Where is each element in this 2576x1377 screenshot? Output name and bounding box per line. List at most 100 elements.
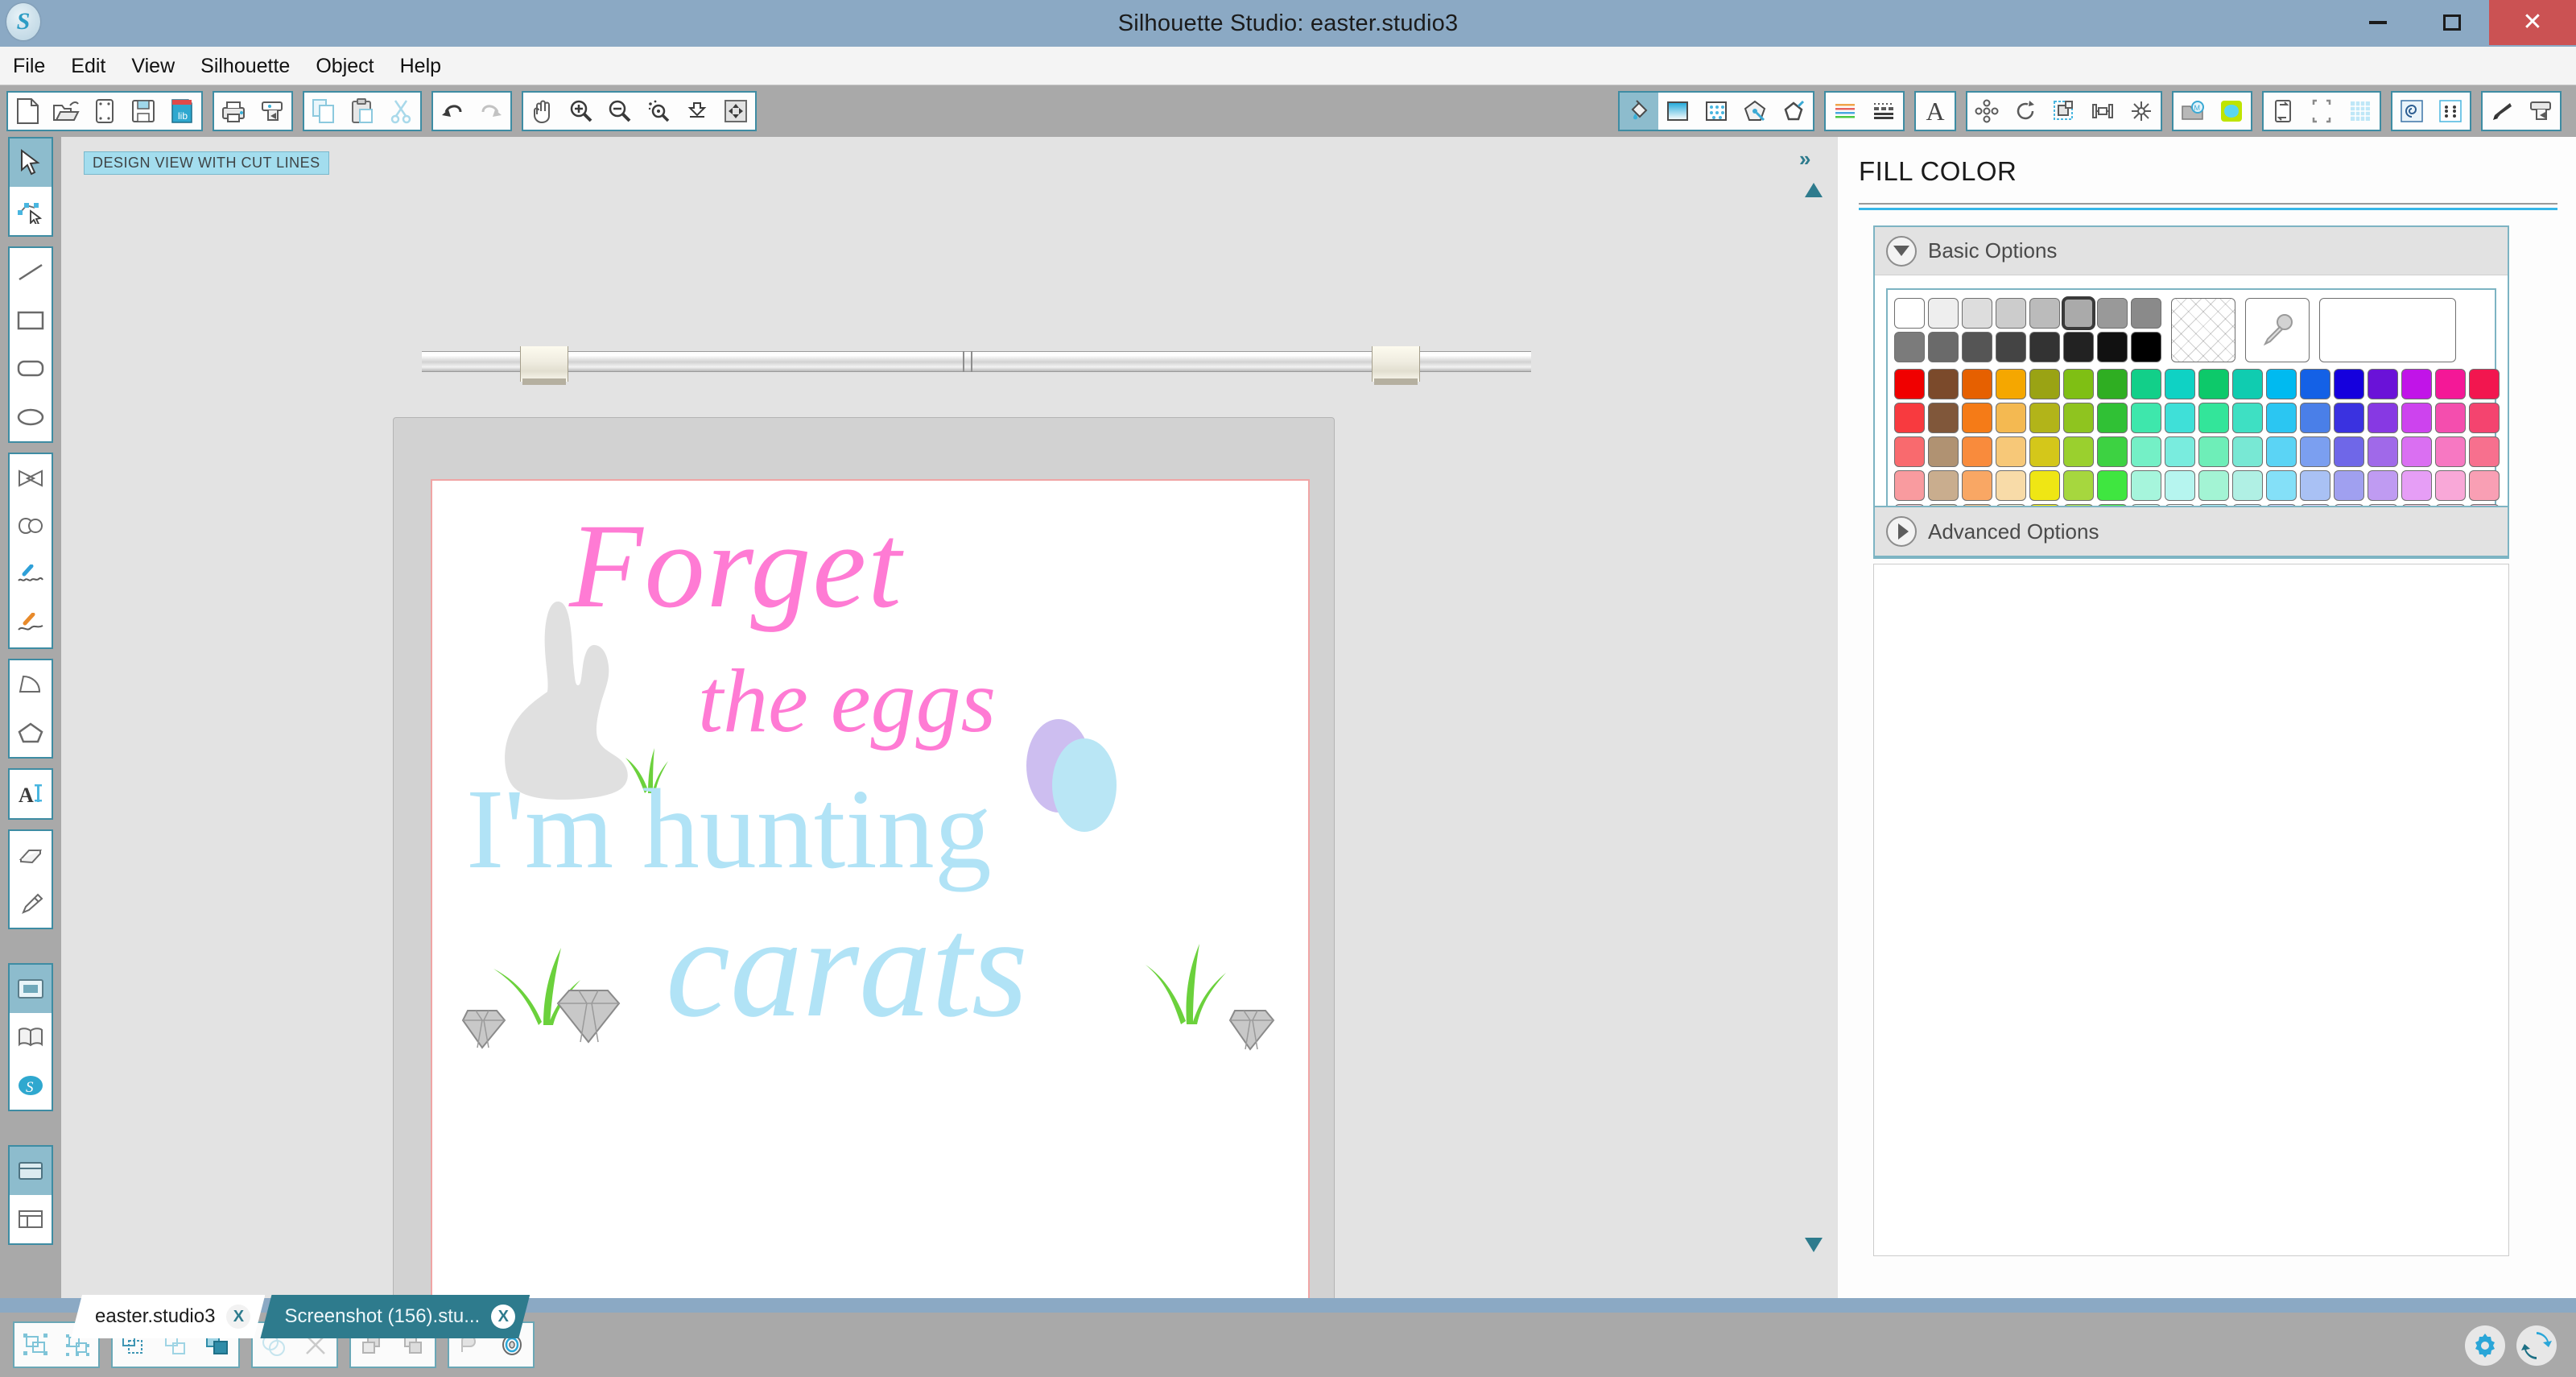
swatch-c2-11[interactable] bbox=[2266, 403, 2297, 433]
swatch-c1-8[interactable] bbox=[2165, 369, 2195, 399]
line-color-icon[interactable] bbox=[1736, 93, 1774, 130]
swatch-gray-7[interactable] bbox=[2131, 298, 2161, 329]
menu-view[interactable]: View bbox=[118, 47, 188, 85]
swatch-c4-8[interactable] bbox=[2165, 470, 2195, 501]
ellipse-tool-icon[interactable] bbox=[10, 393, 52, 441]
swatch-no-fill[interactable] bbox=[2171, 298, 2235, 362]
library-book-icon[interactable] bbox=[10, 1013, 52, 1061]
menu-edit[interactable]: Edit bbox=[58, 47, 118, 85]
fit-to-page-icon[interactable] bbox=[678, 93, 716, 130]
swatch-c1-4[interactable] bbox=[2029, 369, 2060, 399]
swatch-gray-9[interactable] bbox=[1928, 332, 1959, 362]
sketch-pens-icon[interactable] bbox=[1826, 93, 1864, 130]
swatch-c3-17[interactable] bbox=[2469, 436, 2500, 467]
rotate-icon[interactable] bbox=[2006, 93, 2045, 130]
menu-file[interactable]: File bbox=[0, 47, 58, 85]
cutting-mat[interactable]: Forget the eggs I'm hunting carats bbox=[393, 417, 1335, 1298]
document-tab-close-icon[interactable]: X bbox=[491, 1305, 515, 1329]
swatch-gray-3[interactable] bbox=[1996, 298, 2026, 329]
swatch-c4-15[interactable] bbox=[2401, 470, 2432, 501]
document-tab-screenshot[interactable]: Screenshot (156).stu... X bbox=[260, 1295, 530, 1338]
swatch-c3-4[interactable] bbox=[2029, 436, 2060, 467]
page-setup-icon[interactable] bbox=[2264, 93, 2302, 130]
document-tab-close-icon[interactable]: X bbox=[226, 1305, 250, 1329]
freehand-tool-icon[interactable] bbox=[10, 551, 52, 599]
swatch-c2-8[interactable] bbox=[2165, 403, 2195, 433]
diamond-shape-1[interactable] bbox=[458, 996, 530, 1052]
swatch-gray-10[interactable] bbox=[1962, 332, 1992, 362]
swatch-gray-5-selected[interactable] bbox=[2062, 296, 2095, 330]
panel-collapse-strip[interactable]: » bbox=[1793, 137, 1838, 1298]
line-tool-icon[interactable] bbox=[10, 248, 52, 296]
save-icon[interactable] bbox=[124, 93, 163, 130]
design-canvas[interactable]: DESIGN VIEW WITH CUT LINES Forget the eg… bbox=[61, 137, 1816, 1298]
swatch-gray-13[interactable] bbox=[2063, 332, 2094, 362]
swatch-c3-15[interactable] bbox=[2401, 436, 2432, 467]
swatch-gray-0[interactable] bbox=[1894, 298, 1925, 329]
swatch-c2-3[interactable] bbox=[1996, 403, 2026, 433]
swatch-c3-10[interactable] bbox=[2232, 436, 2263, 467]
swatch-c4-10[interactable] bbox=[2232, 470, 2263, 501]
swatch-c2-9[interactable] bbox=[2198, 403, 2229, 433]
swatch-gray-14[interactable] bbox=[2097, 332, 2128, 362]
swatch-c4-5[interactable] bbox=[2063, 470, 2094, 501]
menu-help[interactable]: Help bbox=[387, 47, 454, 85]
registration-marks-icon[interactable] bbox=[2302, 93, 2341, 130]
swatch-c2-12[interactable] bbox=[2300, 403, 2330, 433]
swatch-c3-1[interactable] bbox=[1928, 436, 1959, 467]
eyedropper-icon[interactable] bbox=[2245, 298, 2310, 362]
send-tab-icon[interactable] bbox=[10, 1195, 52, 1243]
select-arrow-icon[interactable] bbox=[10, 139, 52, 187]
swatch-c4-4[interactable] bbox=[2029, 470, 2060, 501]
cut-settings-icon[interactable] bbox=[2483, 93, 2521, 130]
swatch-c2-14[interactable] bbox=[2368, 403, 2398, 433]
swatch-c3-0[interactable] bbox=[1894, 436, 1925, 467]
scale-icon[interactable] bbox=[2045, 93, 2083, 130]
swatch-c3-6[interactable] bbox=[2097, 436, 2128, 467]
swatch-c4-1[interactable] bbox=[1928, 470, 1959, 501]
sync-icon[interactable] bbox=[2516, 1325, 2557, 1366]
send-icon[interactable] bbox=[2521, 93, 2560, 130]
swatch-c1-9[interactable] bbox=[2198, 369, 2229, 399]
swatch-c3-2[interactable] bbox=[1962, 436, 1992, 467]
rounded-rectangle-tool-icon[interactable] bbox=[10, 345, 52, 393]
new-document-icon[interactable] bbox=[8, 93, 47, 130]
panel-scroll-down-icon[interactable] bbox=[1804, 1237, 1823, 1253]
swatch-c1-7[interactable] bbox=[2131, 369, 2161, 399]
pattern-fill-icon[interactable] bbox=[1697, 93, 1736, 130]
document-tab-easter[interactable]: easter.studio3 X bbox=[71, 1295, 265, 1338]
artwork-text-im-hunting[interactable]: I'm hunting bbox=[466, 763, 992, 895]
zoom-out-icon[interactable] bbox=[601, 93, 639, 130]
text-style-icon[interactable]: A bbox=[1916, 93, 1955, 130]
swatch-c1-0[interactable] bbox=[1894, 369, 1925, 399]
replicate-icon[interactable] bbox=[2122, 93, 2161, 130]
swatch-gray-8[interactable] bbox=[1894, 332, 1925, 362]
fit-to-window-icon[interactable] bbox=[716, 93, 755, 130]
knife-tool-icon[interactable] bbox=[10, 879, 52, 928]
move-icon[interactable] bbox=[1967, 93, 2006, 130]
swatch-c2-0[interactable] bbox=[1894, 403, 1925, 433]
swatch-c4-2[interactable] bbox=[1962, 470, 1992, 501]
swatch-c1-5[interactable] bbox=[2063, 369, 2094, 399]
fill-color-icon[interactable] bbox=[1620, 93, 1658, 130]
swatch-c4-11[interactable] bbox=[2266, 470, 2297, 501]
swatch-gray-1[interactable] bbox=[1928, 298, 1959, 329]
pan-hand-icon[interactable] bbox=[523, 93, 562, 130]
grass-tuft-shape-3[interactable] bbox=[1141, 936, 1237, 1028]
print-bleed-icon[interactable] bbox=[1864, 93, 1903, 130]
open-recent-icon[interactable] bbox=[85, 93, 124, 130]
swatch-c4-12[interactable] bbox=[2300, 470, 2330, 501]
diamond-shape-2[interactable] bbox=[553, 976, 642, 1057]
swatch-c4-16[interactable] bbox=[2435, 470, 2466, 501]
swatch-c1-10[interactable] bbox=[2232, 369, 2263, 399]
smooth-freehand-tool-icon[interactable] bbox=[10, 599, 52, 647]
artwork-text-forget[interactable]: Forget bbox=[569, 497, 903, 635]
swatch-c1-17[interactable] bbox=[2469, 369, 2500, 399]
swatch-gray-6[interactable] bbox=[2097, 298, 2128, 329]
swatch-c4-9[interactable] bbox=[2198, 470, 2229, 501]
easter-egg-shapes[interactable] bbox=[1012, 716, 1125, 837]
swatch-c4-14[interactable] bbox=[2368, 470, 2398, 501]
swatch-c3-16[interactable] bbox=[2435, 436, 2466, 467]
swatch-gray-11[interactable] bbox=[1996, 332, 2026, 362]
design-page[interactable]: Forget the eggs I'm hunting carats bbox=[431, 479, 1310, 1298]
